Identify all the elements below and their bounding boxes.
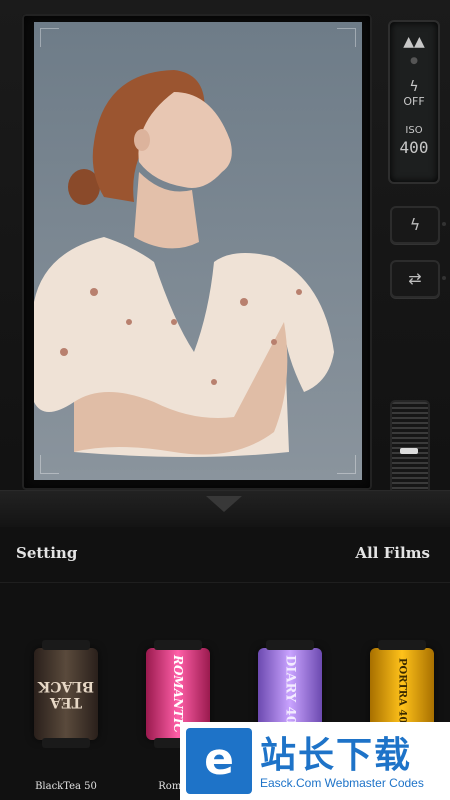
divider: [0, 582, 450, 583]
dial-marker: [400, 448, 418, 454]
lcd-display: ▲▲ ● ϟ OFF ISO 400: [388, 20, 440, 184]
lightning-icon: ϟ: [409, 79, 419, 95]
lightning-icon: ϟ: [409, 215, 421, 234]
panel-header: Setting All Films: [0, 538, 450, 574]
camera-preview-photo: [34, 22, 362, 480]
film-label-line: BLACK: [38, 678, 94, 694]
flash-status: ϟ OFF: [390, 80, 438, 109]
all-films-button[interactable]: All Films: [355, 544, 430, 562]
film-label: TEA BLACK: [34, 648, 98, 740]
frame-corner: [40, 455, 59, 474]
setting-button[interactable]: Setting: [16, 544, 77, 562]
collapse-arrow-icon[interactable]: [206, 496, 242, 512]
mountain-icon: ▲▲: [403, 34, 425, 50]
camera-switch-icon: ⇄: [408, 269, 422, 288]
canister-cap: [42, 738, 90, 748]
iso-label: ISO: [405, 125, 423, 136]
iso-status: ISO 400: [390, 125, 438, 157]
film-canister-blacktea[interactable]: TEA BLACK: [34, 640, 98, 748]
watermark-title: 站长下载: [260, 735, 413, 776]
frame-corner: [337, 455, 356, 474]
flash-value: OFF: [403, 95, 425, 108]
flash-toggle-button[interactable]: ϟ: [390, 206, 440, 244]
film-label-line: TEA: [50, 694, 82, 710]
watermark-banner: e 站长下载 Easck.Com Webmaster Codes: [180, 722, 450, 800]
iso-value: 400: [399, 138, 429, 157]
indicator-dot: [442, 276, 446, 280]
watermark-subtitle: Easck.Com Webmaster Codes: [260, 776, 424, 790]
exposure-dial[interactable]: [390, 400, 430, 494]
frame-corner: [337, 28, 356, 47]
film-name: BlackTea 50: [35, 781, 97, 792]
portrait-illustration: [34, 70, 334, 457]
switch-camera-button[interactable]: ⇄: [390, 260, 440, 298]
indicator-dot: [442, 222, 446, 226]
watermark-logo-icon: e: [186, 728, 252, 794]
mode-indicator: ●: [410, 56, 418, 66]
frame-corner: [40, 28, 59, 47]
viewfinder[interactable]: [34, 22, 362, 480]
